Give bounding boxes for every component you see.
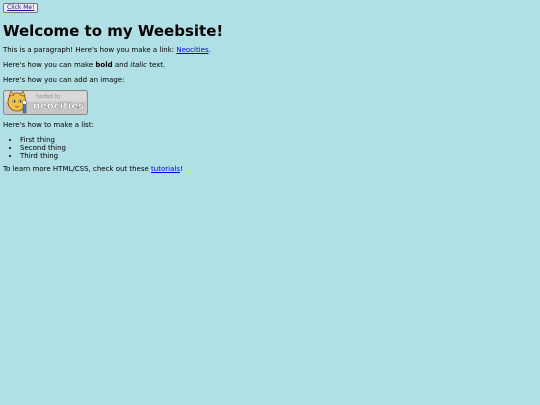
click-me-button[interactable]: Click Me! [3,3,39,13]
badge-small-text: hosted by [36,94,61,100]
paragraph-link: This is a paragraph! Here's how you make… [3,46,211,54]
paragraph-image: Here's how you can add an image: [3,76,125,84]
neocities-link[interactable]: Neocities [176,46,208,54]
list-item: Second thing [20,144,533,152]
paragraph-list: Here's how to make a list: [3,121,94,129]
bold-text: bold [95,61,113,69]
page-title: Welcome to my Weebsite! [3,22,224,40]
things-list: First thing Second thing Third thing [3,136,533,160]
page-content: Welcome to my Weebsite! This is a paragr… [3,22,533,174]
hosted-by-neocities-badge: hosted by neocities [3,90,88,115]
paragraph-tutorials: To learn more HTML/CSS, check out these … [3,165,183,173]
italic-text: italic [130,61,147,69]
tutorials-link[interactable]: tutorials [151,165,180,173]
badge-big-text: neocities [33,101,84,112]
list-item: Third thing [20,152,533,160]
list-item: First thing [20,136,533,144]
paragraph-formatting: Here's how you can make bold and italic … [3,61,166,69]
